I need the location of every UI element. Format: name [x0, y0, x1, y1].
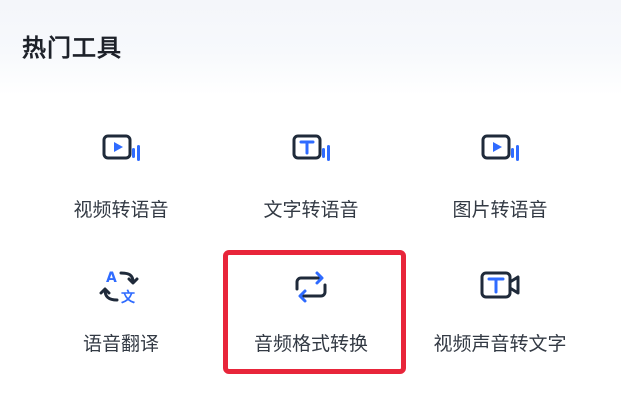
tool-label: 视频声音转文字 — [433, 333, 567, 355]
tool-video-text[interactable]: 视频声音转文字 — [400, 265, 600, 365]
svg-text:A: A — [106, 270, 117, 286]
video-to-audio-icon — [99, 130, 143, 174]
section-title: 热门工具 — [22, 34, 122, 62]
tool-label: 视频转语音 — [73, 199, 169, 221]
tool-label: 语音翻译 — [82, 333, 159, 355]
tool-label: 文字转语音 — [263, 199, 359, 221]
tool-image-to-audio[interactable]: 图片转语音 — [400, 130, 600, 230]
translate-icon: A 文 — [99, 265, 143, 309]
text-to-speech-icon — [289, 130, 333, 174]
tool-translate[interactable]: A 文 语音翻译 — [21, 265, 221, 365]
image-to-audio-icon — [478, 130, 522, 174]
video-text-icon — [478, 265, 522, 309]
svg-text:文: 文 — [121, 289, 136, 306]
highlight-box — [223, 250, 406, 374]
tool-label: 图片转语音 — [452, 199, 548, 221]
tool-video-to-audio[interactable]: 视频转语音 — [21, 130, 221, 230]
tool-text-to-speech[interactable]: 文字转语音 — [211, 130, 411, 230]
